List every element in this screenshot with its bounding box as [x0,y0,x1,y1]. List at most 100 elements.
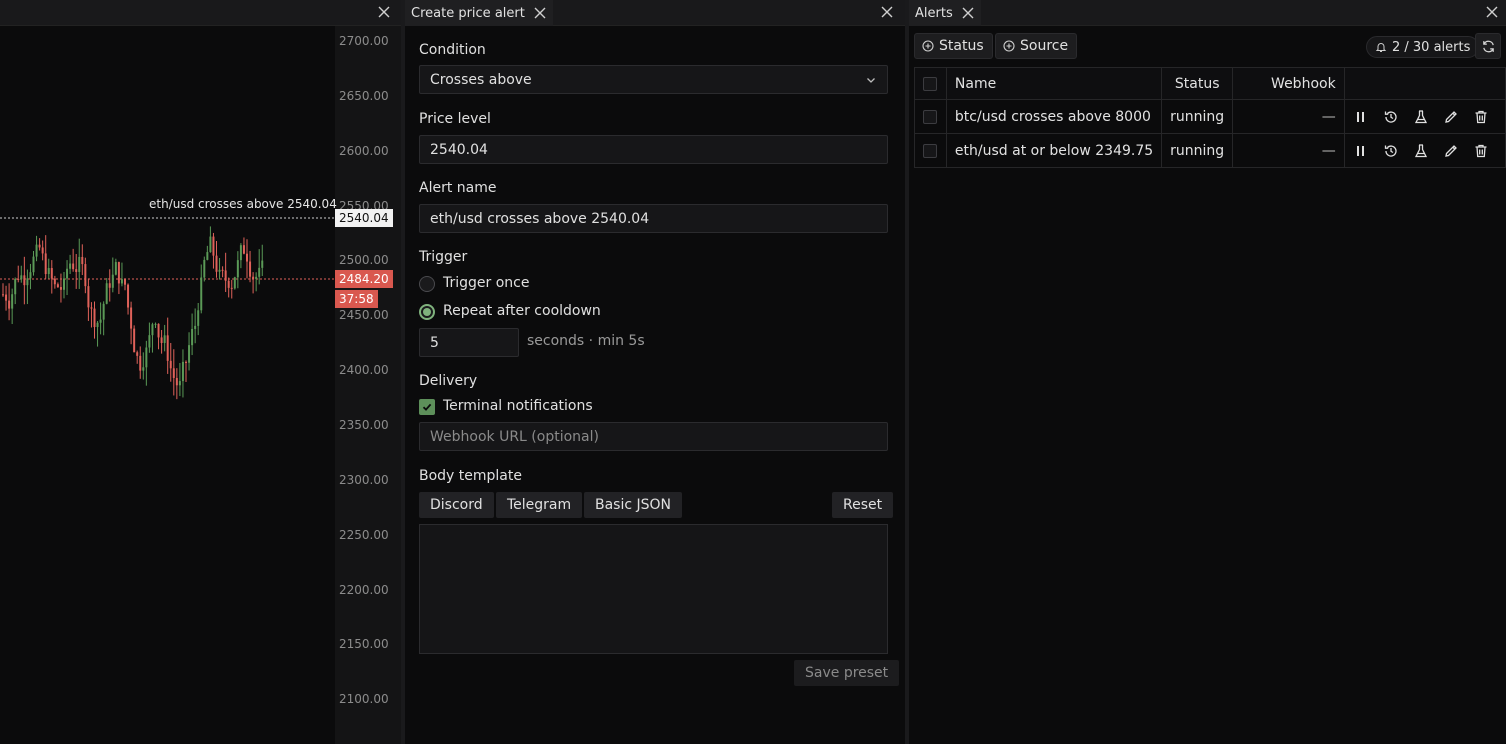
select-all-checkbox[interactable] [923,76,938,91]
candle-body [169,360,172,369]
last-price-tag: 2484.20 [335,270,393,288]
history-icon[interactable] [1383,143,1399,159]
candle-body [142,367,145,371]
candle-body [249,261,252,277]
candle-body [124,279,126,285]
candle-body [246,253,248,262]
pause-icon[interactable] [1353,143,1369,159]
table-header: Name Status Webhook [914,67,1506,100]
trigger-once-radio[interactable] [419,276,435,292]
trash-icon[interactable] [1473,109,1489,125]
save-preset-button[interactable]: Save preset [794,660,900,686]
candle-body [255,276,258,279]
reset-button[interactable]: Reset [832,492,894,518]
candle-body [175,377,178,386]
candle-body [194,325,197,329]
alert-count-badge: 2 / 30 alerts [1366,36,1480,58]
candle-body [206,252,209,260]
edit-pencil-icon[interactable] [1443,143,1459,159]
candle-body [130,307,133,329]
candle-body [5,294,8,301]
cooldown-seconds-input[interactable]: 5 [419,328,519,357]
source-filter-button[interactable]: Source [995,33,1078,59]
status-filter-button[interactable]: Status [914,33,993,59]
price-level-input[interactable]: 2540.04 [419,135,888,164]
history-icon[interactable] [1383,109,1399,125]
trigger-once-label[interactable]: Trigger once [443,275,529,291]
repeat-cooldown-label[interactable]: Repeat after cooldown [443,303,601,319]
price-tick-label: 2100.00 [339,692,389,707]
alert-name-cell: btc/usd crosses above 8000 [945,99,1163,134]
candle-body [136,352,139,356]
edit-pencil-icon[interactable] [1443,109,1459,125]
candle-body [224,270,227,281]
condition-select[interactable]: Crosses above [419,65,888,94]
column-webhook[interactable]: Webhook [1232,67,1345,100]
candle-body [87,286,90,308]
table-row[interactable]: eth/usd at or below 2349.75 running — [914,133,1506,168]
create-alert-panel: Create price alert Condition Crosses abo… [405,0,905,744]
webhook-url-input[interactable]: Webhook URL (optional) [419,422,888,451]
candle-body [218,269,221,272]
candle-body [90,307,93,309]
candle-body [209,236,212,253]
select-all-cell[interactable] [914,67,947,100]
chart-panel[interactable]: 2700.00 2650.00 2600.00 2550.00 2500.00 2450.… [0,0,401,744]
trash-icon[interactable] [1473,143,1489,159]
bar-countdown-tag: 37:58 [335,290,378,308]
tab-label: Create price alert [411,5,525,21]
row-checkbox[interactable] [923,143,938,158]
preset-discord-button[interactable]: Discord [419,492,494,518]
pause-icon[interactable] [1353,109,1369,125]
refresh-button[interactable] [1475,33,1501,59]
close-tab-icon[interactable] [533,6,547,20]
candle-body [252,276,255,279]
candle-body [163,335,166,343]
row-checkbox[interactable] [923,109,938,124]
repeat-cooldown-radio[interactable] [419,304,435,320]
close-chart-icon[interactable] [377,5,391,19]
candle-body [47,268,50,275]
candle-body [26,278,29,286]
terminal-notifications-label[interactable]: Terminal notifications [443,398,593,414]
column-name[interactable]: Name [945,67,1163,100]
candlestick-chart[interactable] [0,26,335,744]
close-panel-icon[interactable] [880,5,894,19]
close-panel-icon[interactable] [1485,5,1499,19]
flask-icon[interactable] [1413,109,1429,125]
alert-name-cell: eth/usd at or below 2349.75 [945,133,1163,168]
candle-body [166,335,169,361]
candle-body [99,319,102,323]
alert-status-cell: running [1161,99,1234,134]
candle-body [56,284,59,288]
body-template-label: Body template [419,468,522,484]
candle-body [66,268,69,279]
alert-name-input[interactable]: eth/usd crosses above 2540.04 [419,204,888,233]
candle-body [14,278,17,295]
close-tab-icon[interactable] [961,6,975,20]
candle-body [11,294,14,309]
chart-tabbar [0,0,401,26]
row-select-cell[interactable] [914,99,947,134]
cooldown-hint: seconds · min 5s [527,333,645,349]
preset-telegram-button[interactable]: Telegram [496,492,583,518]
candle-body [181,361,184,382]
delivery-label: Delivery [419,373,478,389]
body-template-textarea[interactable] [419,524,888,654]
price-axis[interactable]: 2700.00 2650.00 2600.00 2550.00 2500.00 2450.… [335,26,401,744]
flask-icon[interactable] [1413,143,1429,159]
table-row[interactable]: btc/usd crosses above 8000 running — [914,99,1506,134]
terminal-notifications-checkbox[interactable] [419,399,435,415]
preset-basic-json-button[interactable]: Basic JSON [584,492,683,518]
candle-body [8,300,11,309]
candle-body [236,260,239,278]
column-status[interactable]: Status [1161,67,1234,100]
price-tick-label: 2250.00 [339,527,389,542]
candle-body [188,345,191,363]
price-tick-label: 2650.00 [339,88,389,103]
candle-body [133,328,136,353]
candle-body [96,322,99,328]
row-select-cell[interactable] [914,133,947,168]
tab-alerts[interactable]: Alerts [909,0,981,26]
tab-create-price-alert[interactable]: Create price alert [405,0,553,26]
